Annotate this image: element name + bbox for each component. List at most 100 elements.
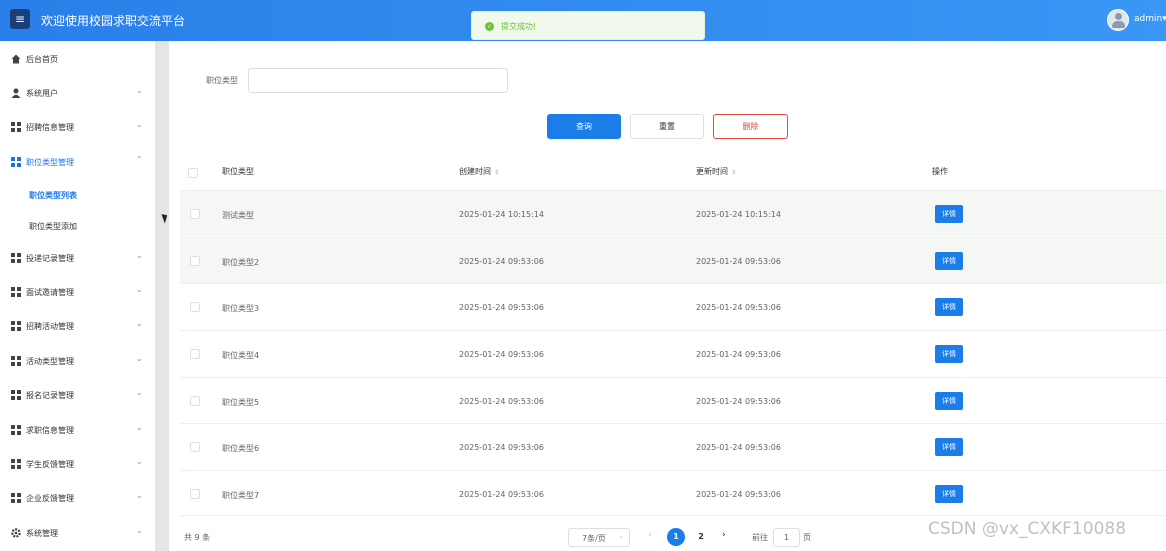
page-button-2[interactable]: 2 [692, 528, 710, 546]
success-toast: ✓ 提交成功! [471, 11, 705, 40]
delete-button[interactable]: 删除 [713, 114, 788, 139]
toast-message: 提交成功! [501, 22, 537, 31]
prev-page-icon[interactable]: ‹ [648, 530, 652, 540]
sidebar-item-label: 招聘信息管理 [26, 123, 74, 132]
chevron-down-icon: ⌄ [136, 491, 143, 500]
username-dropdown[interactable]: admin▾ [1134, 14, 1166, 24]
grid-icon [11, 459, 21, 469]
sidebar-item-label: 报名记录管理 [26, 391, 74, 400]
sidebar-item-job-type[interactable]: 职位类型管理 ⌃ [0, 150, 155, 174]
sidebar-item-company-feedback[interactable]: 企业反馈管理 ⌄ [0, 486, 155, 510]
sidebar-item-home[interactable]: 后台首页 [0, 47, 155, 71]
next-page-icon[interactable]: › [722, 530, 726, 540]
query-button[interactable]: 查询 [547, 114, 621, 139]
sidebar-item-event-types[interactable]: 活动类型管理 ⌄ [0, 349, 155, 373]
cell-type: 职位类型6 [222, 444, 260, 453]
row-checkbox[interactable] [190, 489, 200, 499]
sidebar-item-registration-records[interactable]: 报名记录管理 ⌄ [0, 383, 155, 407]
sort-icon[interactable]: ⇕ [731, 169, 736, 176]
sidebar-item-label: 企业反馈管理 [26, 494, 74, 503]
table-row[interactable]: 职位类型5 2025-01-24 09:53:06 2025-01-24 09:… [180, 377, 1165, 423]
cell-created: 2025-01-24 09:53:06 [459, 303, 544, 312]
column-header-created[interactable]: 创建时间 ⇕ [459, 166, 499, 177]
sidebar-subitem-job-type-list[interactable]: 职位类型列表 [0, 183, 155, 207]
user-icon [11, 88, 21, 98]
username-label: admin [1134, 14, 1163, 24]
grid-icon [11, 390, 21, 400]
grid-icon [11, 122, 21, 132]
grid-icon [11, 425, 21, 435]
chevron-down-icon: ⌄ [136, 319, 143, 328]
table-row[interactable]: 职位类型3 2025-01-24 09:53:06 2025-01-24 09:… [180, 283, 1165, 329]
grid-icon [11, 287, 21, 297]
cell-updated: 2025-01-24 09:53:06 [696, 350, 781, 359]
sort-icon[interactable]: ⇕ [494, 169, 499, 176]
chevron-down-icon: ⌄ [136, 457, 143, 466]
detail-button[interactable]: 详情 [935, 345, 963, 363]
grid-icon [11, 356, 21, 366]
column-header-label: 更新时间 [696, 167, 728, 176]
sidebar-item-system-users[interactable]: 系统用户 ⌄ [0, 81, 155, 105]
sidebar-item-interview-invites[interactable]: 面试邀请管理 ⌄ [0, 280, 155, 304]
table-row[interactable]: 职位类型4 2025-01-24 09:53:06 2025-01-24 09:… [180, 330, 1165, 376]
detail-button[interactable]: 详情 [935, 392, 963, 410]
avatar[interactable] [1107, 9, 1129, 31]
table-row[interactable]: 职位类型2 2025-01-24 09:53:06 2025-01-24 09:… [180, 237, 1165, 283]
sidebar-item-label: 投递记录管理 [26, 254, 74, 263]
sidebar-item-recruitment-info[interactable]: 招聘信息管理 ⌄ [0, 115, 155, 139]
cell-type: 职位类型3 [222, 304, 260, 313]
page-size-select[interactable]: 7条/页 ⌄ [568, 528, 630, 547]
detail-button[interactable]: 详情 [935, 205, 963, 223]
chevron-down-icon: ⌄ [136, 120, 143, 129]
grid-icon [11, 321, 21, 331]
sidebar-scrollbar[interactable] [155, 41, 169, 551]
reset-button[interactable]: 重置 [630, 114, 704, 139]
sidebar-item-delivery-records[interactable]: 投递记录管理 ⌄ [0, 246, 155, 270]
chevron-down-icon: ⌄ [618, 532, 624, 540]
row-checkbox[interactable] [190, 442, 200, 452]
page-button-1[interactable]: 1 [667, 528, 685, 546]
detail-button[interactable]: 详情 [935, 252, 963, 270]
chevron-down-icon: ⌄ [136, 251, 143, 260]
sidebar-item-label: 系统用户 [26, 89, 58, 98]
sidebar-item-label: 职位类型管理 [26, 158, 74, 167]
cell-created: 2025-01-24 09:53:06 [459, 397, 544, 406]
watermark: CSDN @vx_CXKF10088 [928, 519, 1127, 539]
chevron-down-icon: ⌄ [136, 388, 143, 397]
column-header-updated[interactable]: 更新时间 ⇕ [696, 166, 736, 177]
sidebar-item-recruitment-events[interactable]: 招聘活动管理 ⌄ [0, 314, 155, 338]
cell-created: 2025-01-24 09:53:06 [459, 443, 544, 452]
row-checkbox[interactable] [190, 302, 200, 312]
cell-updated: 2025-01-24 09:53:06 [696, 490, 781, 499]
sidebar-item-student-feedback[interactable]: 学生反馈管理 ⌄ [0, 452, 155, 476]
table-row[interactable]: 职位类型6 2025-01-24 09:53:06 2025-01-24 09:… [180, 423, 1165, 469]
grid-icon [11, 493, 21, 503]
detail-button[interactable]: 详情 [935, 438, 963, 456]
sidebar-subitem-job-type-add[interactable]: 职位类型添加 [0, 214, 155, 238]
goto-page-input[interactable]: 1 [773, 528, 800, 547]
chevron-down-icon: ⌄ [136, 354, 143, 363]
home-icon [11, 54, 21, 64]
sidebar-item-system-management[interactable]: 系统管理 ⌄ [0, 521, 155, 545]
sidebar-item-label: 求职信息管理 [26, 426, 74, 435]
grid-icon [11, 157, 21, 167]
column-header-actions: 操作 [932, 167, 948, 176]
detail-button[interactable]: 详情 [935, 298, 963, 316]
cell-updated: 2025-01-24 10:15:14 [696, 210, 781, 219]
sidebar-item-job-seeking-info[interactable]: 求职信息管理 ⌄ [0, 418, 155, 442]
row-checkbox[interactable] [190, 349, 200, 359]
row-checkbox[interactable] [190, 256, 200, 266]
job-type-search-input[interactable] [248, 68, 508, 93]
table-row[interactable]: 职位类型7 2025-01-24 09:53:06 2025-01-24 09:… [180, 470, 1165, 516]
hamburger-icon[interactable]: ≡ [10, 9, 30, 29]
cell-type: 测试类型 [222, 211, 254, 220]
column-header-label: 创建时间 [459, 167, 491, 176]
check-icon: ✓ [485, 22, 494, 31]
cell-type: 职位类型5 [222, 398, 260, 407]
row-checkbox[interactable] [190, 209, 200, 219]
select-all-checkbox[interactable] [188, 168, 198, 178]
gear-icon [11, 528, 21, 538]
table-row[interactable]: 测试类型 2025-01-24 10:15:14 2025-01-24 10:1… [180, 190, 1165, 236]
detail-button[interactable]: 详情 [935, 485, 963, 503]
row-checkbox[interactable] [190, 396, 200, 406]
